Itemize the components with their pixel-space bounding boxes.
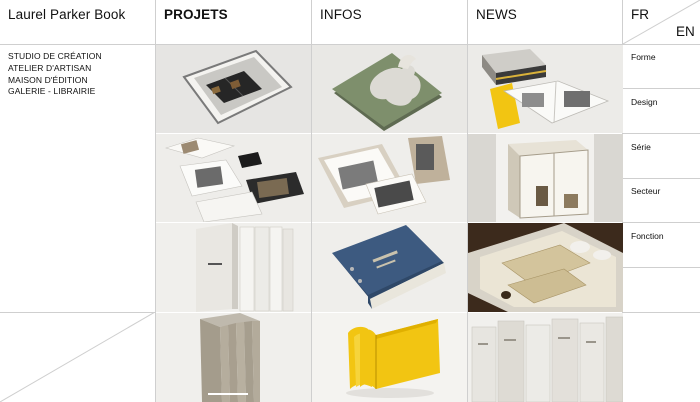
tile-framed-book-box[interactable] (156, 45, 311, 133)
site-logo[interactable]: Laurel Parker Book (0, 0, 155, 44)
project-image (156, 134, 311, 222)
tagline-line: STUDIO DE CRÉATION (8, 51, 102, 61)
project-image (312, 313, 467, 402)
project-image (312, 45, 467, 133)
project-image (468, 134, 623, 222)
grid-divider (622, 267, 700, 268)
lang-fr-link[interactable]: FR (631, 7, 649, 22)
nav-news[interactable]: NEWS (468, 0, 623, 44)
filter-fonction[interactable]: Fonction (623, 223, 700, 267)
project-image (468, 223, 623, 312)
project-image (312, 134, 467, 222)
tile-display-vitrine[interactable] (468, 134, 623, 222)
tile-yellow-book[interactable] (312, 313, 467, 402)
project-image (156, 223, 311, 312)
nav-projets[interactable]: PROJETS (156, 0, 311, 44)
tile-archive-tray[interactable] (468, 223, 623, 312)
tile-white-slipcases[interactable] (156, 223, 311, 312)
filter-secteur[interactable]: Secteur (623, 178, 700, 222)
studio-tagline: STUDIO DE CRÉATION ATELIER D'ARTISAN MAI… (8, 51, 102, 98)
filter-design[interactable]: Design (623, 89, 700, 133)
grid-divider (622, 312, 700, 313)
project-image (468, 45, 623, 133)
lang-en-link[interactable]: EN (676, 24, 695, 39)
tile-photobook-spread[interactable] (156, 134, 311, 222)
nav-projets-label[interactable]: PROJETS (164, 7, 228, 22)
nav-infos[interactable]: INFOS (312, 0, 467, 44)
tagline-line: MAISON D'ÉDITION (8, 74, 88, 85)
project-image (312, 223, 467, 312)
brand-name[interactable]: Laurel Parker Book (8, 7, 125, 22)
project-image (156, 313, 311, 402)
tile-blue-cloth-book[interactable] (312, 223, 467, 312)
filter-forme[interactable]: Forme (623, 44, 700, 88)
nav-infos-label[interactable]: INFOS (320, 7, 362, 22)
nav-news-label[interactable]: NEWS (476, 7, 517, 22)
tile-portfolio-box[interactable] (312, 134, 467, 222)
language-switcher: FR EN (623, 0, 700, 44)
project-image (156, 45, 311, 133)
tagline-line: GALERIE - LIBRAIRIE (8, 86, 96, 97)
filter-serie[interactable]: Série (623, 134, 700, 178)
tile-slipcase-photobook[interactable] (468, 45, 623, 133)
tile-green-cutout-folio[interactable] (312, 45, 467, 133)
project-image (468, 313, 623, 402)
tagline-line: ATELIER D'ARTISAN (8, 62, 92, 73)
decorative-diagonal (0, 312, 155, 402)
tile-grey-books[interactable] (156, 313, 311, 402)
tile-archive-boxes[interactable] (468, 313, 623, 402)
